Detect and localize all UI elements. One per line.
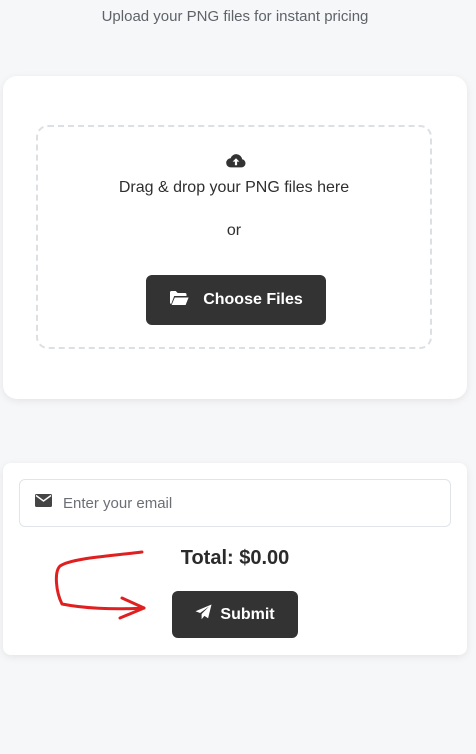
submit-label: Submit — [220, 605, 275, 623]
email-field[interactable] — [19, 479, 451, 527]
order-card: Total: $0.00 Submit — [3, 463, 467, 655]
or-separator: or — [226, 222, 242, 239]
choose-files-button[interactable]: Choose Files — [146, 275, 326, 325]
page-subtitle: Upload your PNG files for instant pricin… — [101, 8, 369, 25]
drop-instruction: Drag & drop your PNG files here — [118, 179, 350, 196]
paper-plane-icon — [195, 604, 212, 625]
envelope-icon — [35, 494, 61, 512]
choose-files-label: Choose Files — [203, 291, 303, 308]
folder-open-icon — [169, 290, 189, 311]
order-total: Total: $0.00 — [180, 547, 290, 569]
file-dropzone[interactable]: Drag & drop your PNG files here or Choos… — [36, 125, 432, 349]
email-input[interactable] — [61, 493, 425, 513]
cloud-upload-icon — [226, 153, 246, 169]
submit-button[interactable]: Submit — [172, 591, 298, 638]
upload-card: Drag & drop your PNG files here or Choos… — [3, 76, 467, 399]
